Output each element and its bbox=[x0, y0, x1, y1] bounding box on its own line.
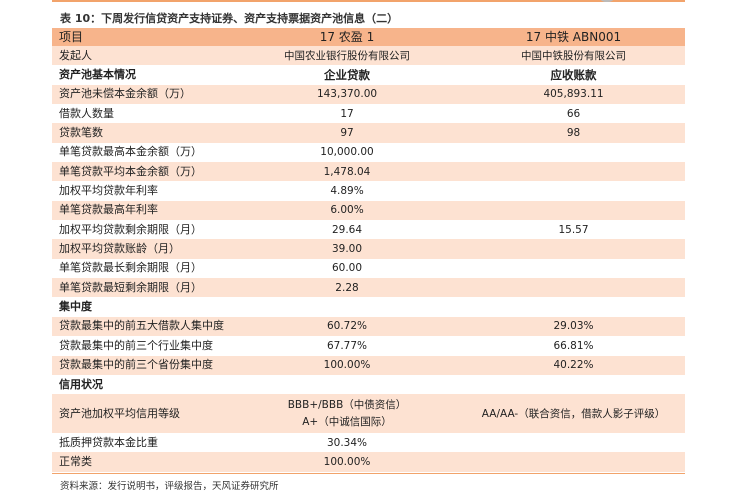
table-row: 正常类 100.00% bbox=[52, 452, 685, 472]
table-title: 表 10：下周发行信贷资产支持证券、资产支持票据资产池信息（二） bbox=[60, 12, 399, 25]
row-value-1: 1,478.04 bbox=[232, 162, 462, 182]
section-label: 资产池基本情况 bbox=[52, 65, 232, 85]
row-value-1: 4.89% bbox=[232, 181, 462, 201]
header-product-1: 17 农盈 1 bbox=[232, 28, 462, 46]
section-row-credit: 信用状况 bbox=[52, 374, 685, 395]
row-value-2 bbox=[462, 432, 685, 453]
top-accent-line bbox=[52, 0, 685, 2]
row-label: 单笔贷款最高年利率 bbox=[52, 200, 232, 221]
table-row: 资产池未偿本金余额（万） 143,370.00 405,893.11 bbox=[52, 84, 685, 105]
row-label: 贷款笔数 bbox=[52, 123, 232, 143]
row-value-1: 10,000.00 bbox=[232, 142, 462, 163]
table-row: 借款人数量 17 66 bbox=[52, 104, 685, 124]
row-value-1: 100.00% bbox=[232, 355, 462, 375]
row-value-2: 15.57 bbox=[462, 220, 685, 240]
table-row: 单笔贷款平均本金余额（万） 1,478.04 bbox=[52, 162, 685, 182]
row-label: 加权平均贷款剩余期限（月） bbox=[52, 220, 232, 240]
row-value-2 bbox=[462, 162, 685, 182]
row-value-1 bbox=[232, 374, 462, 395]
table-row: 贷款笔数 97 98 bbox=[52, 123, 685, 143]
row-value-2 bbox=[462, 181, 685, 201]
row-label: 加权平均贷款账龄（月） bbox=[52, 239, 232, 259]
row-value-2: 应收账款 bbox=[462, 65, 685, 85]
rating-line-1: BBB+/BBB（中债资信） bbox=[287, 398, 407, 411]
row-value-1: 100.00% bbox=[232, 452, 462, 472]
table-row: 单笔贷款最短剩余期限（月） 2.28 bbox=[52, 278, 685, 298]
row-value-2 bbox=[462, 142, 685, 163]
row-value-1: 97 bbox=[232, 123, 462, 143]
table-row: 单笔贷款最高年利率 6.00% bbox=[52, 200, 685, 221]
row-value-1: 中国农业银行股份有限公司 bbox=[232, 46, 462, 66]
row-value-1 bbox=[232, 297, 462, 317]
table-row: 贷款最集中的前三个省份集中度 100.00% 40.22% bbox=[52, 355, 685, 375]
row-value-2: 40.22% bbox=[462, 355, 685, 375]
row-value-2 bbox=[462, 297, 685, 317]
row-label: 资产池加权平均信用等级 bbox=[52, 394, 232, 433]
table-row: 抵质押贷款本金比重 30.34% bbox=[52, 432, 685, 453]
row-value-1: 企业贷款 bbox=[232, 65, 462, 85]
row-value-2: AA/AA-（联合资信，借款人影子评级） bbox=[462, 394, 685, 433]
bottom-rule bbox=[52, 473, 685, 474]
row-value-2 bbox=[462, 239, 685, 259]
row-label: 单笔贷款最高本金余额（万） bbox=[52, 142, 232, 163]
row-value-1: 2.28 bbox=[232, 278, 462, 298]
row-value-1: 143,370.00 bbox=[232, 84, 462, 105]
row-value-2 bbox=[462, 374, 685, 395]
table-row: 贷款最集中的前五大借款人集中度 60.72% 29.03% bbox=[52, 316, 685, 337]
table-header-row: 项目 17 农盈 1 17 中铁 ABN001 bbox=[52, 28, 685, 46]
table-row: 单笔贷款最高本金余额（万） 10,000.00 bbox=[52, 142, 685, 163]
row-value-1: 17 bbox=[232, 104, 462, 124]
row-value-1: 6.00% bbox=[232, 200, 462, 221]
section-label: 集中度 bbox=[52, 297, 232, 317]
row-label: 贷款最集中的前三个行业集中度 bbox=[52, 336, 232, 356]
row-value-1: 60.00 bbox=[232, 258, 462, 279]
table-row: 资产池加权平均信用等级 BBB+/BBB（中债资信） A+（中诚信国际） AA/… bbox=[52, 394, 685, 433]
row-label: 加权平均贷款年利率 bbox=[52, 181, 232, 201]
row-label: 单笔贷款平均本金余额（万） bbox=[52, 162, 232, 182]
row-value-2 bbox=[462, 258, 685, 279]
row-value-1: 60.72% bbox=[232, 316, 462, 337]
table-row: 加权平均贷款账龄（月） 39.00 bbox=[52, 239, 685, 259]
table-row: 单笔贷款最长剩余期限（月） 60.00 bbox=[52, 258, 685, 279]
row-value-2: 66 bbox=[462, 104, 685, 124]
row-value-2: 中国中铁股份有限公司 bbox=[462, 46, 685, 66]
row-value-1: 29.64 bbox=[232, 220, 462, 240]
table-row: 贷款最集中的前三个行业集中度 67.77% 66.81% bbox=[52, 336, 685, 356]
section-label: 信用状况 bbox=[52, 374, 232, 395]
row-value-1: BBB+/BBB（中债资信） A+（中诚信国际） bbox=[232, 394, 462, 433]
table-row: 发起人 中国农业银行股份有限公司 中国中铁股份有限公司 bbox=[52, 46, 685, 66]
table-row: 加权平均贷款年利率 4.89% bbox=[52, 181, 685, 201]
row-value-2: 66.81% bbox=[462, 336, 685, 356]
asset-pool-table: 项目 17 农盈 1 17 中铁 ABN001 发起人 中国农业银行股份有限公司… bbox=[52, 28, 685, 472]
row-value-2: 29.03% bbox=[462, 316, 685, 337]
row-value-2: 98 bbox=[462, 123, 685, 143]
row-label: 贷款最集中的前三个省份集中度 bbox=[52, 355, 232, 375]
header-item: 项目 bbox=[52, 28, 232, 46]
row-value-2 bbox=[462, 452, 685, 472]
row-label: 借款人数量 bbox=[52, 104, 232, 124]
row-label: 资产池未偿本金余额（万） bbox=[52, 84, 232, 105]
table-row: 加权平均贷款剩余期限（月） 29.64 15.57 bbox=[52, 220, 685, 240]
row-label: 单笔贷款最长剩余期限（月） bbox=[52, 258, 232, 279]
rating-line-2: A+（中诚信国际） bbox=[302, 415, 392, 428]
row-label: 抵质押贷款本金比重 bbox=[52, 432, 232, 453]
row-value-1: 30.34% bbox=[232, 432, 462, 453]
row-label: 发起人 bbox=[52, 46, 232, 66]
row-label: 正常类 bbox=[52, 452, 232, 472]
row-value-1: 39.00 bbox=[232, 239, 462, 259]
section-row-pool-basics: 资产池基本情况 企业贷款 应收账款 bbox=[52, 65, 685, 85]
section-row-concentration: 集中度 bbox=[52, 297, 685, 317]
row-value-2 bbox=[462, 278, 685, 298]
row-label: 贷款最集中的前五大借款人集中度 bbox=[52, 316, 232, 337]
row-value-2 bbox=[462, 200, 685, 221]
row-value-1: 67.77% bbox=[232, 336, 462, 356]
source-note: 资料来源：发行说明书，评级报告，天风证券研究所 bbox=[60, 481, 279, 492]
header-product-2: 17 中铁 ABN001 bbox=[462, 28, 685, 46]
row-label: 单笔贷款最短剩余期限（月） bbox=[52, 278, 232, 298]
row-value-2: 405,893.11 bbox=[462, 84, 685, 105]
